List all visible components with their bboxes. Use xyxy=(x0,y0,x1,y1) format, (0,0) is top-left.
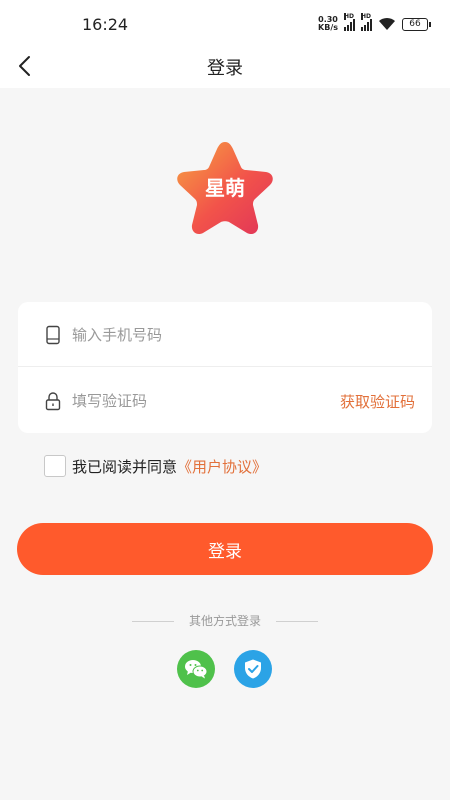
other-login-divider: 其他方式登录 xyxy=(0,612,450,630)
signal-1-icon: HD xyxy=(344,13,355,31)
login-button[interactable]: 登录 xyxy=(17,523,433,575)
nav-bar: 登录 xyxy=(0,44,450,88)
other-login-label: 其他方式登录 xyxy=(188,614,261,628)
app-logo: 星萌 xyxy=(174,138,276,238)
logo-text: 星萌 xyxy=(205,176,245,200)
shield-check-icon xyxy=(245,659,261,679)
verification-code-input[interactable] xyxy=(72,388,292,414)
shield-login-button[interactable] xyxy=(234,650,272,688)
login-form: 获取验证码 xyxy=(18,302,432,433)
status-time: 16:24 xyxy=(82,15,129,34)
signal-2-icon: HD xyxy=(361,13,372,31)
agreement-row: 我已阅读并同意 《用户协议》 xyxy=(44,454,267,478)
wechat-login-button[interactable] xyxy=(177,650,215,688)
phone-icon xyxy=(46,325,60,345)
status-icons: 0.30 KB/s HD HD 66 xyxy=(318,13,431,34)
status-bar: 16:24 0.30 KB/s HD HD 66 xyxy=(0,0,450,44)
agreement-text: 我已阅读并同意 xyxy=(72,457,178,476)
battery-icon: 66 xyxy=(402,17,431,31)
page-title: 登录 xyxy=(207,58,243,79)
agreement-checkbox[interactable] xyxy=(44,455,66,477)
divider-right xyxy=(276,621,318,622)
phone-input[interactable] xyxy=(72,322,332,348)
wifi-icon xyxy=(379,17,395,30)
lock-icon xyxy=(45,392,61,411)
star-logo-icon: 星萌 xyxy=(177,142,273,235)
get-code-button[interactable]: 获取验证码 xyxy=(340,391,415,412)
phone-row xyxy=(18,302,432,367)
user-agreement-link[interactable]: 《用户协议》 xyxy=(177,456,267,477)
wechat-icon xyxy=(185,660,208,679)
network-speed: 0.30 KB/s xyxy=(318,15,338,32)
code-row: 获取验证码 xyxy=(18,368,432,433)
